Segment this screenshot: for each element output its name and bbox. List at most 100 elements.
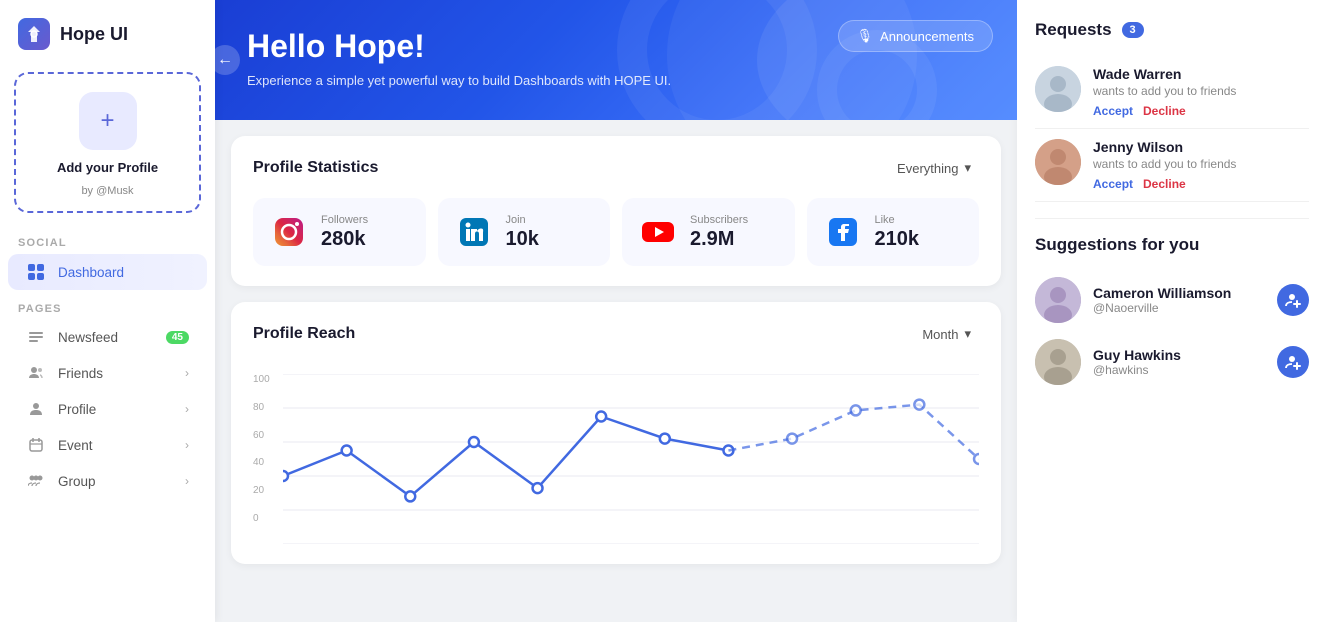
profile-chevron: › bbox=[185, 402, 189, 416]
statistics-dropdown-label: Everything bbox=[897, 161, 958, 176]
suggestion-cameron: Cameron Williamson @Naoerville bbox=[1035, 269, 1309, 331]
hero-banner: ← Hello Hope! Experience a simple yet po… bbox=[215, 0, 1017, 120]
requests-header: Requests 3 bbox=[1035, 20, 1309, 40]
add-cameron-button[interactable] bbox=[1277, 284, 1309, 316]
reach-dropdown-label: Month bbox=[922, 327, 958, 342]
facebook-info: Like 210k bbox=[875, 214, 920, 251]
newsfeed-icon bbox=[26, 329, 46, 345]
right-panel: Requests 3 Wade Warren wants to add you … bbox=[1017, 0, 1327, 622]
profile-card[interactable]: + Add your Profile by @Musk bbox=[14, 72, 201, 213]
profile-reach-card: Profile Reach Month ▾ 100 80 60 40 20 0 bbox=[231, 302, 1001, 564]
section-divider bbox=[1035, 218, 1309, 219]
event-label: Event bbox=[58, 438, 93, 453]
newsfeed-label: Newsfeed bbox=[58, 330, 118, 345]
stat-youtube: Subscribers 2.9M bbox=[622, 198, 795, 266]
sidebar-item-newsfeed[interactable]: Newsfeed 45 bbox=[8, 320, 207, 354]
dashboard-icon bbox=[26, 263, 46, 281]
newsfeed-badge: 45 bbox=[166, 331, 189, 344]
friends-label: Friends bbox=[58, 366, 103, 381]
y-20: 20 bbox=[253, 485, 270, 496]
jenny-text: wants to add you to friends bbox=[1093, 157, 1236, 171]
hero-title: Hello Hope! bbox=[247, 28, 985, 65]
add-profile-label: Add your Profile bbox=[57, 160, 158, 175]
chart-area bbox=[283, 364, 979, 544]
wade-accept-button[interactable]: Accept bbox=[1093, 104, 1133, 118]
facebook-value: 210k bbox=[875, 228, 920, 251]
requests-title: Requests bbox=[1035, 20, 1112, 40]
wade-text: wants to add you to friends bbox=[1093, 84, 1236, 98]
y-60: 60 bbox=[253, 430, 270, 441]
cameron-name: Cameron Williamson bbox=[1093, 285, 1231, 301]
wade-info: Wade Warren wants to add you to friends … bbox=[1093, 66, 1236, 118]
cameron-info: Cameron Williamson @Naoerville bbox=[1093, 285, 1231, 315]
back-button[interactable]: ← bbox=[215, 45, 240, 75]
wade-decline-button[interactable]: Decline bbox=[1143, 104, 1186, 118]
group-chevron: › bbox=[185, 474, 189, 488]
statistics-dropdown[interactable]: Everything ▾ bbox=[889, 156, 979, 180]
announcements-button[interactable]: 🎙 Announcements bbox=[838, 20, 993, 52]
sidebar-item-group[interactable]: Group › bbox=[8, 464, 207, 498]
linkedin-value: 10k bbox=[506, 228, 539, 251]
sidebar-item-friends[interactable]: Friends › bbox=[8, 356, 207, 390]
avatar-guy bbox=[1035, 339, 1081, 385]
facebook-icon bbox=[823, 212, 863, 252]
reach-dropdown-icon: ▾ bbox=[964, 326, 971, 342]
youtube-value: 2.9M bbox=[690, 228, 748, 251]
add-guy-button[interactable] bbox=[1277, 346, 1309, 378]
event-icon bbox=[26, 437, 46, 453]
requests-badge: 3 bbox=[1122, 22, 1144, 38]
stat-facebook: Like 210k bbox=[807, 198, 980, 266]
reach-header: Profile Reach Month ▾ bbox=[253, 322, 979, 346]
statistics-dropdown-icon: ▾ bbox=[964, 160, 971, 176]
linkedin-icon bbox=[454, 212, 494, 252]
avatar-jenny bbox=[1035, 139, 1081, 185]
instagram-label: Followers bbox=[321, 214, 368, 226]
hero-subtitle: Experience a simple yet powerful way to … bbox=[247, 73, 985, 88]
wade-actions: Accept Decline bbox=[1093, 104, 1236, 118]
announcements-label: Announcements bbox=[880, 29, 974, 44]
guy-name: Guy Hawkins bbox=[1093, 347, 1181, 363]
avatar-cameron bbox=[1035, 277, 1081, 323]
instagram-info: Followers 280k bbox=[321, 214, 368, 251]
stats-row: Followers 280k Join bbox=[253, 198, 979, 266]
add-profile-button[interactable]: + bbox=[79, 92, 137, 150]
y-100: 100 bbox=[253, 374, 270, 385]
stat-linkedin: Join 10k bbox=[438, 198, 611, 266]
youtube-info: Subscribers 2.9M bbox=[690, 214, 748, 251]
youtube-label: Subscribers bbox=[690, 214, 748, 226]
guy-info: Guy Hawkins @hawkins bbox=[1093, 347, 1181, 377]
wade-name: Wade Warren bbox=[1093, 66, 1236, 82]
statistics-title: Profile Statistics bbox=[253, 159, 378, 177]
announcements-icon: 🎙 bbox=[857, 28, 874, 44]
sidebar: Hope UI + Add your Profile by @Musk SOCI… bbox=[0, 0, 215, 622]
dashboard-label: Dashboard bbox=[58, 265, 124, 280]
friends-chevron: › bbox=[185, 366, 189, 380]
guy-handle: @hawkins bbox=[1093, 363, 1181, 377]
request-item-jenny: Jenny Wilson wants to add you to friends… bbox=[1035, 129, 1309, 202]
jenny-decline-button[interactable]: Decline bbox=[1143, 177, 1186, 191]
y-axis-labels: 100 80 60 40 20 0 bbox=[253, 374, 270, 524]
statistics-header: Profile Statistics Everything ▾ bbox=[253, 156, 979, 180]
y-0: 0 bbox=[253, 513, 270, 524]
profile-icon bbox=[26, 401, 46, 417]
jenny-info: Jenny Wilson wants to add you to friends… bbox=[1093, 139, 1236, 191]
sidebar-item-profile[interactable]: Profile › bbox=[8, 392, 207, 426]
jenny-accept-button[interactable]: Accept bbox=[1093, 177, 1133, 191]
group-icon bbox=[26, 473, 46, 489]
profile-statistics-card: Profile Statistics Everything ▾ bbox=[231, 136, 1001, 286]
chart-wrapper: 100 80 60 40 20 0 bbox=[253, 364, 979, 544]
sidebar-item-event[interactable]: Event › bbox=[8, 428, 207, 462]
suggestions-title: Suggestions for you bbox=[1035, 235, 1309, 255]
logo-icon bbox=[18, 18, 50, 50]
jenny-actions: Accept Decline bbox=[1093, 177, 1236, 191]
avatar-wade bbox=[1035, 66, 1081, 112]
linkedin-label: Join bbox=[506, 214, 539, 226]
y-40: 40 bbox=[253, 457, 270, 468]
youtube-icon bbox=[638, 212, 678, 252]
reach-chart-svg bbox=[283, 374, 979, 544]
sidebar-item-dashboard[interactable]: Dashboard bbox=[8, 254, 207, 290]
instagram-icon bbox=[269, 212, 309, 252]
reach-dropdown[interactable]: Month ▾ bbox=[914, 322, 979, 346]
friends-icon bbox=[26, 365, 46, 381]
profile-label: Profile bbox=[58, 402, 96, 417]
